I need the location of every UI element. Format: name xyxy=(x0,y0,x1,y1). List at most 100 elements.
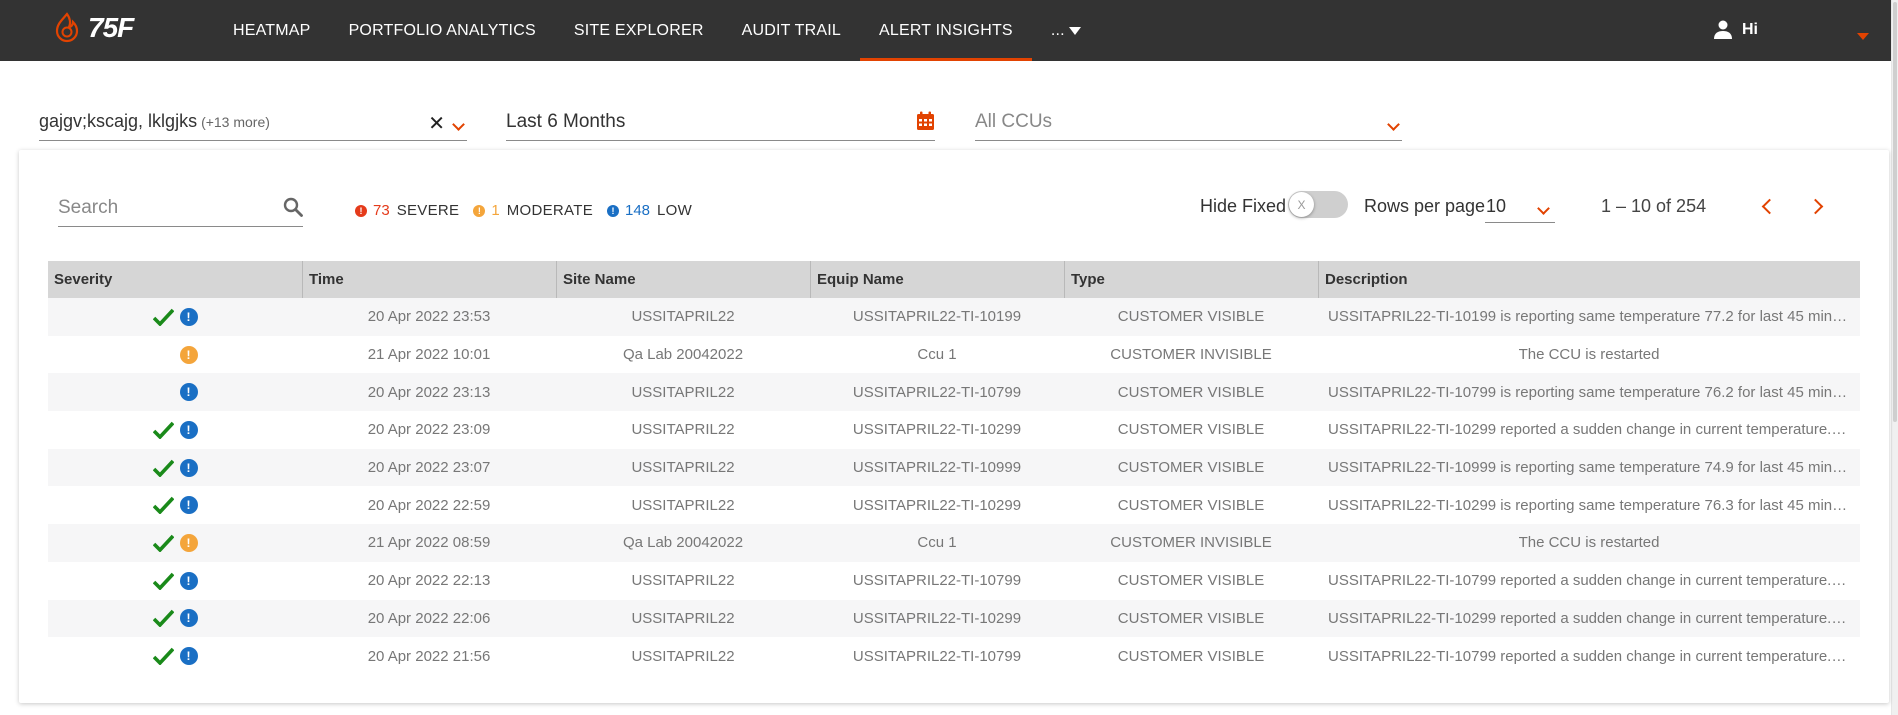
search-input[interactable] xyxy=(58,195,268,221)
column-header-description[interactable]: Description xyxy=(1318,261,1860,298)
fixed-check-icon xyxy=(152,497,174,515)
low-alert-icon: ! xyxy=(179,383,198,402)
desc-cell: USSITAPRIL22-TI-10299 reported a sudden … xyxy=(1318,411,1860,449)
equip-cell: USSITAPRIL22-TI-10199 xyxy=(810,298,1064,336)
table-row[interactable]: ! 20 Apr 2022 22:13 USSITAPRIL22 USSITAPRIL… xyxy=(48,562,1860,600)
equip-cell: USSITAPRIL22-TI-10299 xyxy=(810,486,1064,524)
type-cell: CUSTOMER VISIBLE xyxy=(1064,411,1318,449)
desc-text: USSITAPRIL22-TI-10299 is reporting same … xyxy=(1328,496,1850,514)
time-cell: 20 Apr 2022 22:06 xyxy=(302,600,556,638)
table-row[interactable]: ! 20 Apr 2022 22:59 USSITAPRIL22 USSITAPRIL… xyxy=(48,486,1860,524)
table-row[interactable]: ! 20 Apr 2022 23:09 USSITAPRIL22 USSITAPRIL… xyxy=(48,411,1860,449)
nav-item-heatmap[interactable]: HEATMAP xyxy=(214,0,330,61)
hide-fixed-toggle[interactable]: X xyxy=(1288,191,1348,218)
time-cell: 20 Apr 2022 21:56 xyxy=(302,637,556,675)
column-header-site-name[interactable]: Site Name xyxy=(556,261,810,298)
low-label: LOW xyxy=(657,202,693,219)
table-row[interactable]: ! 20 Apr 2022 23:07 USSITAPRIL22 USSITAPRIL… xyxy=(48,448,1860,487)
brand-logo[interactable]: 75F xyxy=(52,12,134,44)
table-body: ! 20 Apr 2022 23:53 USSITAPRIL22 USSITAPRIL… xyxy=(48,298,1860,675)
site-cell: Qa Lab 20042022 xyxy=(556,524,810,562)
moderate-label: MODERATE xyxy=(506,202,593,219)
rows-per-page-select[interactable]: 10 xyxy=(1485,192,1555,223)
column-header-severity[interactable]: Severity xyxy=(48,261,302,298)
time-cell: 20 Apr 2022 22:59 xyxy=(302,486,556,524)
site-text: USSITAPRIL22 xyxy=(631,421,735,439)
table-row[interactable]: ! 20 Apr 2022 22:06 USSITAPRIL22 USSITAPRIL… xyxy=(48,599,1860,638)
column-header-equip-name[interactable]: Equip Name xyxy=(810,261,1064,298)
chevron-down-icon[interactable] xyxy=(1387,116,1400,134)
equip-text: USSITAPRIL22-TI-10199 xyxy=(852,308,1022,326)
type-text: CUSTOMER VISIBLE xyxy=(1117,459,1265,477)
equip-text: USSITAPRIL22-TI-10799 xyxy=(852,647,1022,665)
chevron-down-icon[interactable] xyxy=(452,116,465,134)
desc-text: USSITAPRIL22-TI-10799 reported a sudden … xyxy=(1328,572,1850,590)
site-text: USSITAPRIL22 xyxy=(631,496,735,514)
equip-cell: USSITAPRIL22-TI-10999 xyxy=(810,449,1064,487)
rows-per-page-value: 10 xyxy=(1486,196,1507,216)
type-text: CUSTOMER INVISIBLE xyxy=(1110,346,1272,364)
time-cell: 20 Apr 2022 22:13 xyxy=(302,562,556,600)
site-cell: USSITAPRIL22 xyxy=(556,411,810,449)
low-alert-icon: ! xyxy=(179,609,198,628)
site-text: Qa Lab 20042022 xyxy=(622,534,744,552)
ccu-filter-select[interactable]: All CCUs xyxy=(975,103,1402,141)
desc-text: USSITAPRIL22-TI-10799 is reporting same … xyxy=(1328,383,1850,401)
site-filter-select[interactable]: gajgv;kscajg, lklgjks (+13 more) ✕ xyxy=(39,103,467,141)
low-alert-icon: ! xyxy=(179,647,198,666)
selected-sites: gajgv;kscajg, lklgjks xyxy=(39,111,198,131)
date-range-picker[interactable]: Last 6 Months xyxy=(506,103,935,141)
calendar-icon[interactable] xyxy=(916,111,935,131)
table-row[interactable]: ! 20 Apr 2022 21:56 USSITAPRIL22 USSITAPRIL… xyxy=(48,637,1860,675)
type-text: CUSTOMER VISIBLE xyxy=(1117,383,1265,401)
nav-item-audit-trail[interactable]: AUDIT TRAIL xyxy=(723,0,860,61)
date-range-value: Last 6 Months xyxy=(506,110,626,132)
desc-cell: USSITAPRIL22-TI-10799 reported a sudden … xyxy=(1318,562,1860,600)
page-scrollbar-thumb[interactable] xyxy=(1893,2,1897,422)
user-dropdown-caret-icon[interactable] xyxy=(1857,33,1869,40)
equip-cell: USSITAPRIL22-TI-10799 xyxy=(810,637,1064,675)
user-menu[interactable]: Hi xyxy=(1714,20,1758,40)
equip-cell: USSITAPRIL22-TI-10799 xyxy=(810,562,1064,600)
nav-item-site-explorer[interactable]: SITE EXPLORER xyxy=(555,0,723,61)
severity-summary: ! 73 SEVERE ! 1 MODERATE ! 148 LOW xyxy=(355,202,706,219)
type-cell: CUSTOMER VISIBLE xyxy=(1064,486,1318,524)
table-row[interactable]: ! 21 Apr 2022 08:59 Qa Lab 20042022 Ccu 1 CU… xyxy=(48,524,1860,562)
chevron-down-icon[interactable] xyxy=(1537,200,1550,218)
user-greeting: Hi xyxy=(1742,21,1758,38)
type-cell: CUSTOMER INVISIBLE xyxy=(1064,336,1318,374)
time-cell: 20 Apr 2022 23:09 xyxy=(302,411,556,449)
severity-cell: ! xyxy=(48,524,302,562)
alerts-table: Severity Time Site Name Equip Name Type … xyxy=(48,261,1860,675)
type-text: CUSTOMER VISIBLE xyxy=(1117,647,1265,665)
severe-summary[interactable]: ! 73 SEVERE xyxy=(355,202,459,219)
table-row[interactable]: ! 21 Apr 2022 10:01 Qa Lab 20042022 Ccu 1 CU… xyxy=(48,336,1860,374)
time-text: 20 Apr 2022 23:13 xyxy=(367,383,491,401)
toggle-knob[interactable]: X xyxy=(1289,192,1314,217)
low-alert-icon: ! xyxy=(179,307,198,326)
site-text: USSITAPRIL22 xyxy=(631,383,735,401)
search-icon[interactable] xyxy=(283,197,303,217)
type-cell: CUSTOMER VISIBLE xyxy=(1064,298,1318,336)
type-text: CUSTOMER VISIBLE xyxy=(1117,421,1265,439)
nav-item-alert-insights[interactable]: ALERT INSIGHTS xyxy=(860,0,1032,61)
table-row[interactable]: ! 20 Apr 2022 23:53 USSITAPRIL22 USSITAPRIL… xyxy=(48,298,1860,336)
nav-item-portfolio-analytics[interactable]: PORTFOLIO ANALYTICS xyxy=(330,0,555,61)
site-cell: USSITAPRIL22 xyxy=(556,298,810,336)
site-cell: USSITAPRIL22 xyxy=(556,637,810,675)
equip-cell: USSITAPRIL22-TI-10299 xyxy=(810,411,1064,449)
nav-more-menu[interactable]: ... xyxy=(1032,0,1100,61)
type-cell: CUSTOMER VISIBLE xyxy=(1064,373,1318,411)
low-alert-icon: ! xyxy=(179,496,198,515)
moderate-summary[interactable]: ! 1 MODERATE xyxy=(473,202,593,219)
desc-text: The CCU is restarted xyxy=(1518,346,1660,364)
time-cell: 20 Apr 2022 23:07 xyxy=(302,449,556,487)
time-text: 20 Apr 2022 22:13 xyxy=(367,572,491,590)
equip-cell: Ccu 1 xyxy=(810,336,1064,374)
low-summary[interactable]: ! 148 LOW xyxy=(607,202,692,219)
equip-text: Ccu 1 xyxy=(917,534,957,552)
column-header-time[interactable]: Time xyxy=(302,261,556,298)
table-row[interactable]: ! 20 Apr 2022 23:13 USSITAPRIL22 USSITAPRIL… xyxy=(48,373,1860,412)
clear-sites-icon[interactable]: ✕ xyxy=(428,111,445,136)
column-header-type[interactable]: Type xyxy=(1064,261,1318,298)
